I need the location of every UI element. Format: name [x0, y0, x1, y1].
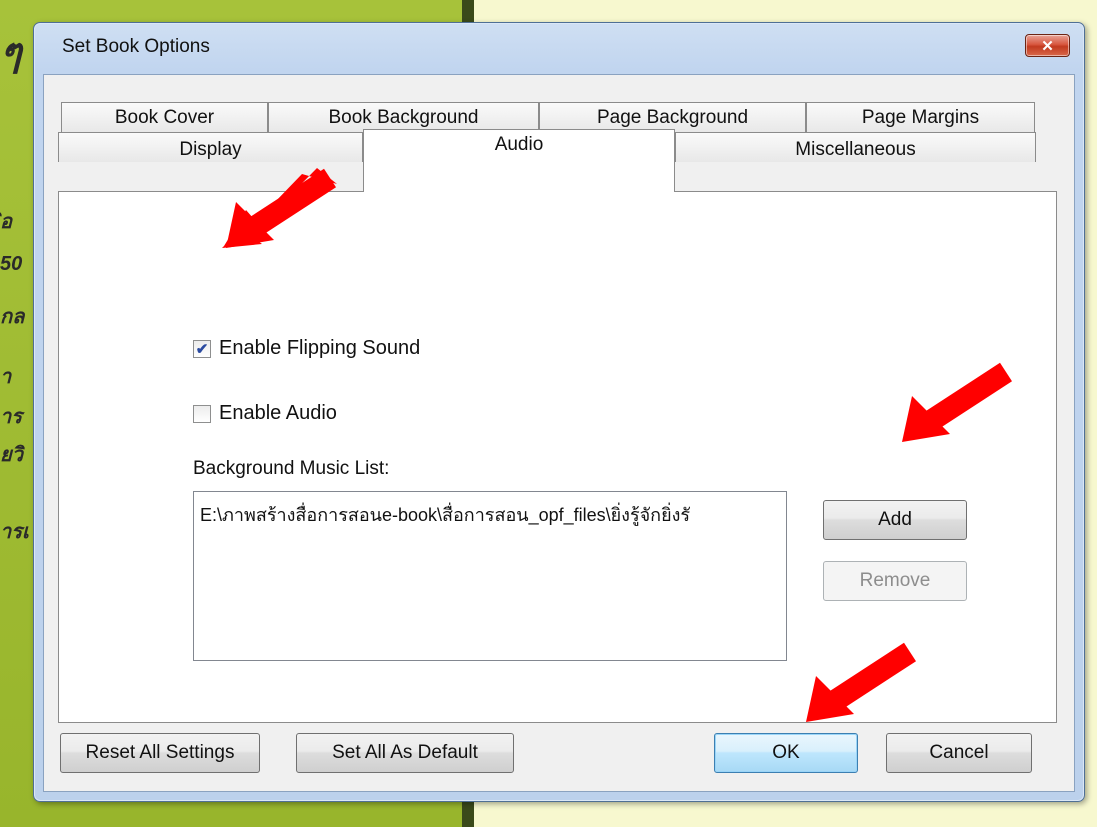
tab-audio[interactable]: Audio [363, 129, 675, 192]
enable-audio-label: Enable Audio [219, 402, 337, 424]
reset-all-settings-button[interactable]: Reset All Settings [60, 733, 260, 773]
enable-audio-row[interactable]: Enable Audio [193, 402, 337, 425]
tab-miscellaneous[interactable]: Miscellaneous [675, 132, 1036, 162]
red-arrow-icon [806, 642, 917, 722]
title-bar[interactable]: Set Book Options ✕ [34, 23, 1084, 73]
red-arrow-icon [222, 168, 337, 248]
tab-page-background[interactable]: Page Background [539, 102, 806, 132]
checkmark-icon: ✔ [195, 340, 209, 358]
close-button[interactable]: ✕ [1025, 34, 1070, 57]
bg-text-snippet: า [0, 366, 12, 388]
red-arrow-icon [902, 362, 1013, 442]
window-title: Set Book Options [62, 36, 210, 57]
list-item[interactable]: E:\ภาพสร้างสื่อการสอนe-book\สื่อการสอน_o… [200, 500, 780, 529]
enable-flipping-sound-checkbox[interactable]: ✔ [193, 339, 211, 358]
bg-text-snippet: าร [0, 406, 22, 428]
bg-text-snippet: ิอ [0, 211, 13, 233]
background-music-list-label: Background Music List: [193, 458, 390, 479]
remove-button[interactable]: Remove [823, 561, 967, 601]
tab-display[interactable]: Display [58, 132, 363, 162]
tab-book-background[interactable]: Book Background [268, 102, 539, 132]
tab-page-margins[interactable]: Page Margins [806, 102, 1035, 132]
set-all-as-default-button[interactable]: Set All As Default [296, 733, 514, 773]
enable-audio-checkbox[interactable] [193, 404, 211, 423]
bg-text-snippet: กล [0, 306, 25, 328]
tab-book-cover[interactable]: Book Cover [61, 102, 268, 132]
bg-text-snippet: ยวิ [0, 444, 23, 466]
background-music-listbox[interactable]: E:\ภาพสร้างสื่อการสอนe-book\สื่อการสอน_o… [193, 491, 787, 661]
add-button[interactable]: Add [823, 500, 967, 540]
enable-flipping-sound-label: Enable Flipping Sound [219, 337, 421, 359]
bg-text-snippet: 50 [0, 253, 23, 275]
bg-text-snippet: ๆ [0, 31, 22, 75]
close-icon: ✕ [1041, 37, 1054, 55]
enable-flipping-sound-row[interactable]: ✔ Enable Flipping Sound [193, 337, 420, 360]
bg-text-snippet: ารเ [0, 521, 29, 543]
